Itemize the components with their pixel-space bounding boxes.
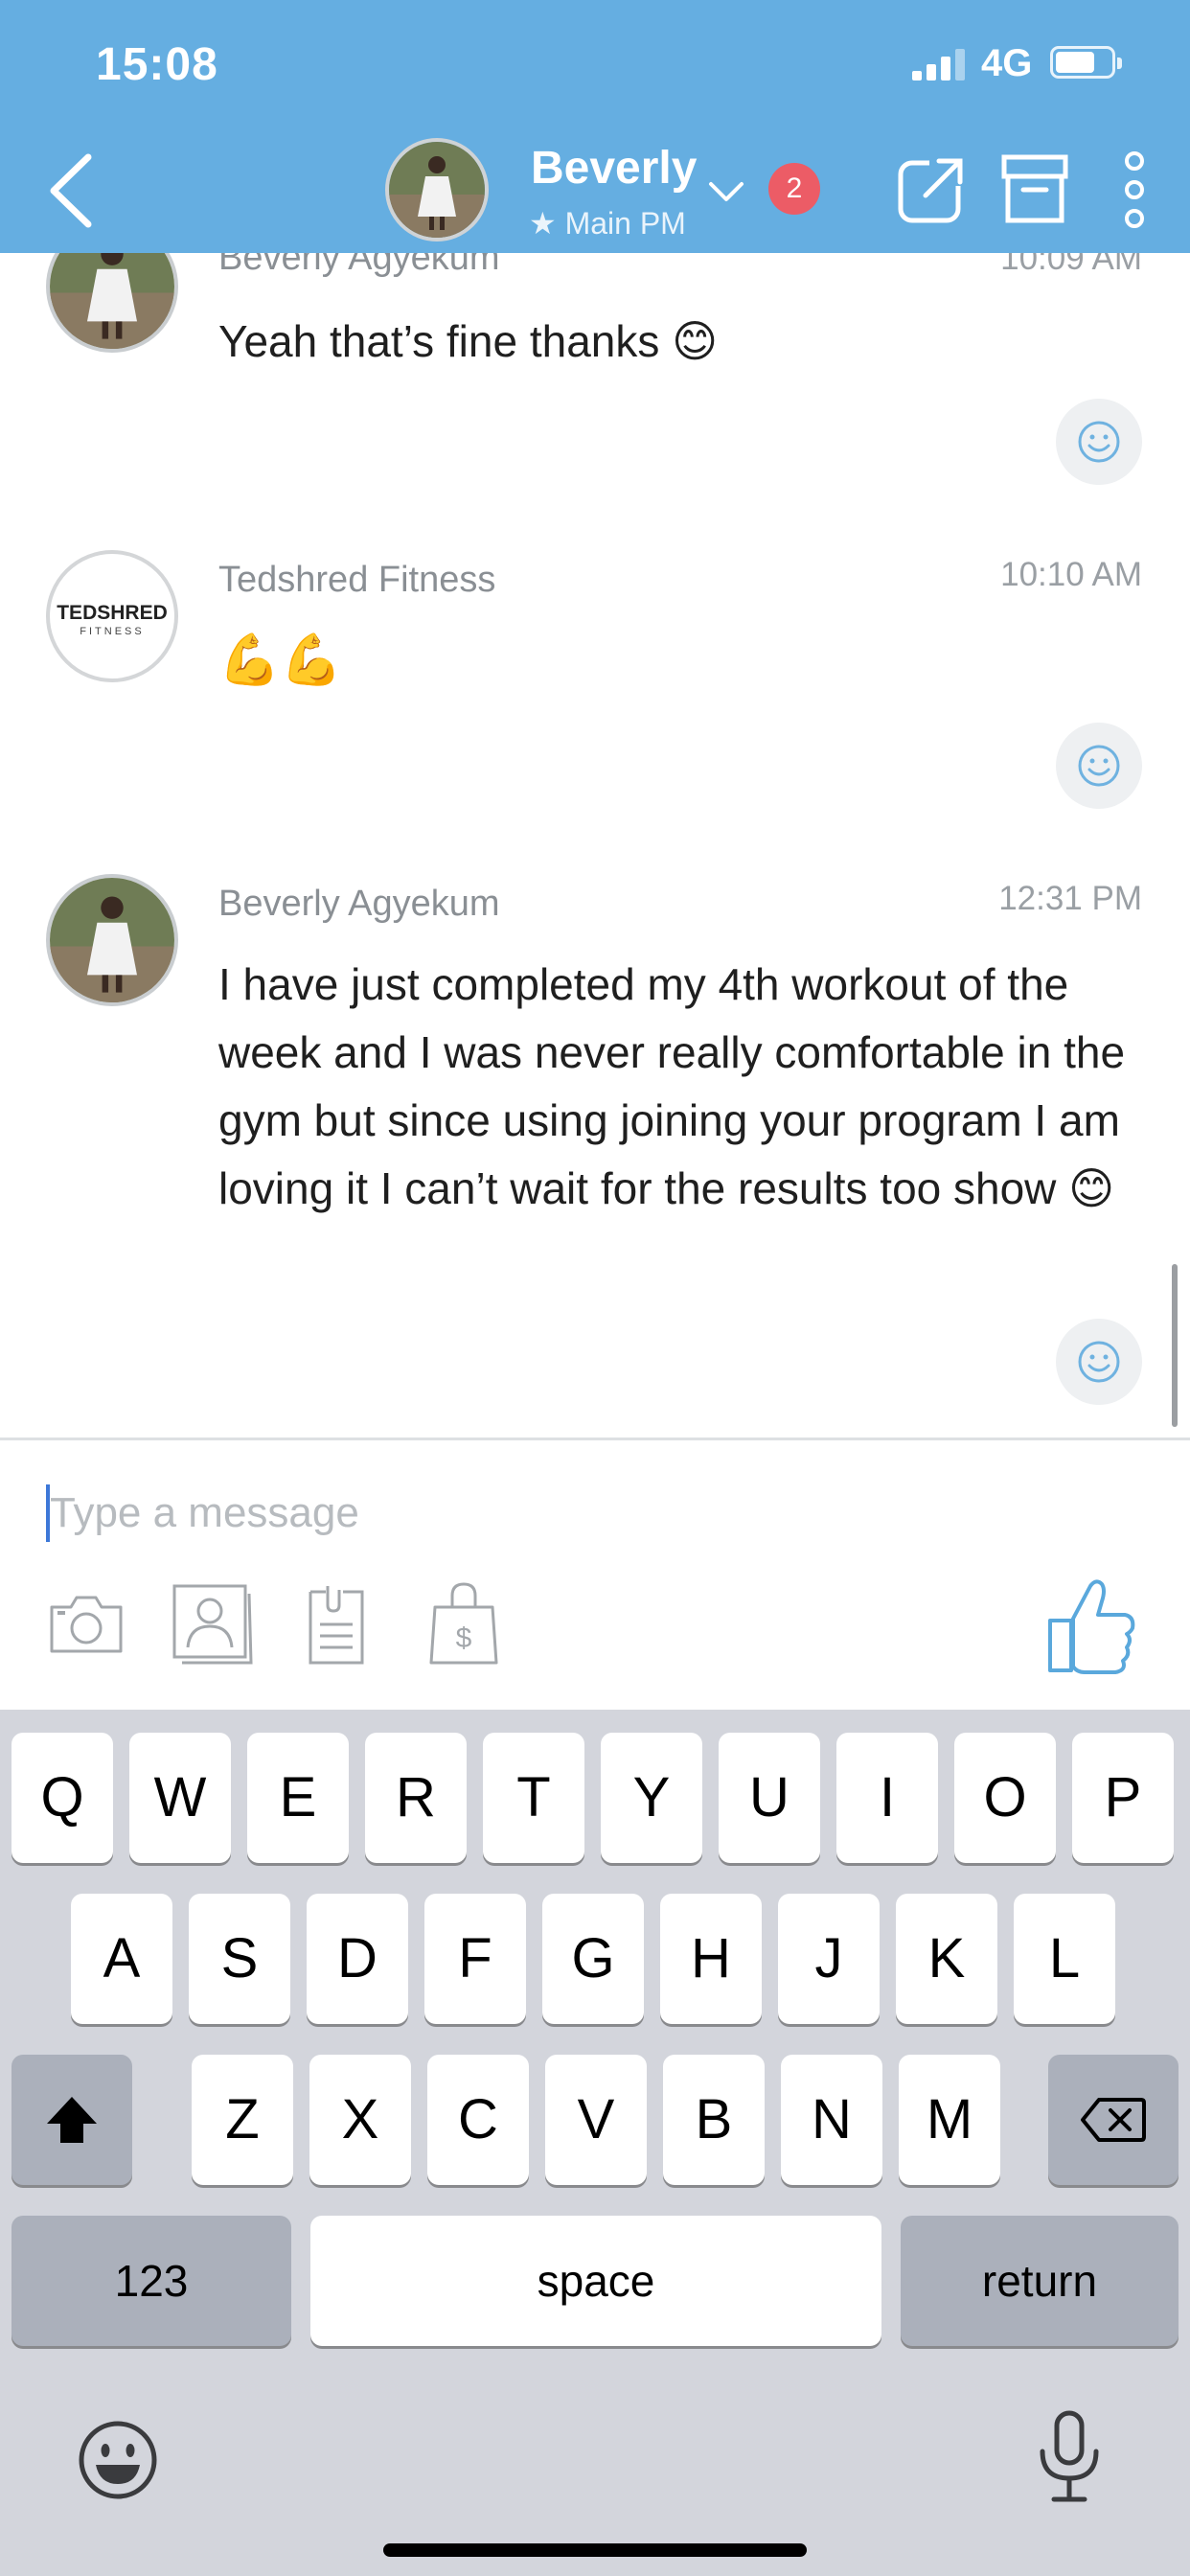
key-j[interactable]: J — [778, 1894, 880, 2024]
backspace-icon — [1081, 2098, 1146, 2142]
conversation-subtitle: ★ Main PM — [529, 206, 686, 241]
message-time: 10:10 AM — [1000, 556, 1142, 593]
key-a[interactable]: A — [71, 1894, 172, 2024]
unread-badge[interactable]: 2 — [768, 163, 820, 215]
chevron-down-icon[interactable] — [707, 178, 745, 205]
key-w[interactable]: W — [129, 1733, 231, 1863]
shift-arrow-icon — [47, 2097, 97, 2143]
logo-text: TEDSHRED — [57, 602, 168, 624]
message-text: 💪💪 — [218, 632, 343, 688]
contact-avatar[interactable] — [385, 138, 489, 242]
key-m[interactable]: M — [899, 2055, 1000, 2185]
key-b[interactable]: B — [663, 2055, 765, 2185]
contact-card-icon[interactable] — [171, 1582, 255, 1667]
message-time: 10:09 AM — [1000, 253, 1142, 277]
sender-name: Tedshred Fitness — [218, 560, 496, 600]
home-indicator — [383, 2543, 807, 2557]
key-u[interactable]: U — [719, 1733, 820, 1863]
key-s[interactable]: S — [189, 1894, 290, 2024]
key-c[interactable]: C — [427, 2055, 529, 2185]
dollar-symbol: $ — [456, 1622, 472, 1654]
sender-avatar[interactable]: TEDSHRED FITNESS — [46, 550, 178, 682]
space-key[interactable]: space — [310, 2216, 881, 2346]
back-chevron-icon — [50, 153, 92, 228]
back-button[interactable] — [42, 148, 109, 234]
key-i[interactable]: I — [836, 1733, 938, 1863]
smiley-icon — [1078, 1341, 1120, 1383]
key-q[interactable]: Q — [11, 1733, 113, 1863]
thumbs-up-icon[interactable] — [1046, 1576, 1138, 1676]
smiley-icon — [1078, 745, 1120, 787]
shift-key[interactable] — [11, 2055, 132, 2185]
add-reaction-button[interactable] — [1056, 1319, 1142, 1405]
key-p[interactable]: P — [1072, 1733, 1174, 1863]
add-reaction-button[interactable] — [1056, 399, 1142, 485]
key-l[interactable]: L — [1014, 1894, 1115, 2024]
sender-name: Beverly Agyekum — [218, 884, 500, 924]
camera-icon[interactable] — [46, 1592, 126, 1657]
add-reaction-button[interactable] — [1056, 723, 1142, 809]
battery-icon — [1050, 46, 1122, 79]
signal-strength-icon — [912, 48, 966, 80]
key-r[interactable]: R — [365, 1733, 467, 1863]
archive-icon[interactable] — [1000, 153, 1069, 226]
key-k[interactable]: K — [896, 1894, 997, 2024]
message-composer: $ — [0, 1438, 1190, 1710]
key-x[interactable]: X — [309, 2055, 411, 2185]
key-e[interactable]: E — [247, 1733, 349, 1863]
sender-name: Beverly Agyekum — [218, 253, 500, 278]
emoji-icon[interactable] — [77, 2419, 159, 2501]
key-o[interactable]: O — [954, 1733, 1056, 1863]
key-v[interactable]: V — [545, 2055, 647, 2185]
backspace-key[interactable] — [1048, 2055, 1179, 2185]
smiley-icon — [1078, 421, 1120, 463]
key-n[interactable]: N — [781, 2055, 882, 2185]
message-time: 12:31 PM — [998, 880, 1142, 917]
shopping-bag-dollar-icon[interactable]: $ — [427, 1580, 500, 1667]
return-key[interactable]: return — [901, 2216, 1179, 2346]
microphone-icon[interactable] — [1035, 2409, 1104, 2505]
key-d[interactable]: D — [307, 1894, 408, 2024]
message-text: Yeah that’s fine thanks 😊 — [218, 316, 719, 366]
key-z[interactable]: Z — [192, 2055, 293, 2185]
external-link-icon[interactable] — [895, 153, 968, 226]
message-input[interactable] — [50, 1475, 912, 1552]
scrollbar[interactable] — [1172, 1264, 1178, 1427]
sender-avatar[interactable] — [46, 253, 178, 353]
message-text: I have just completed my 4th workout of … — [218, 959, 1126, 1213]
on-screen-keyboard: 123 space return QWERTYUIOP ASDFGHJKL ZXCV… — [0, 1710, 1190, 2576]
contact-name[interactable]: Beverly — [531, 142, 697, 195]
key-t[interactable]: T — [483, 1733, 584, 1863]
numbers-key[interactable]: 123 — [11, 2216, 291, 2346]
sender-avatar[interactable] — [46, 874, 178, 1006]
key-y[interactable]: Y — [601, 1733, 702, 1863]
message-list[interactable]: Beverly Agyekum 10:09 AM Yeah that’s fin… — [0, 253, 1190, 1438]
key-g[interactable]: G — [542, 1894, 644, 2024]
document-icon[interactable] — [305, 1582, 368, 1667]
network-type: 4G — [981, 42, 1033, 84]
key-f[interactable]: F — [424, 1894, 526, 2024]
key-h[interactable]: H — [660, 1894, 762, 2024]
status-time: 15:08 — [96, 39, 218, 90]
logo-subtext: FITNESS — [80, 626, 144, 637]
chat-header: 15:08 4G Beverly ★ Main PM 2 — [0, 0, 1190, 253]
more-vertical-icon[interactable] — [1121, 151, 1148, 228]
